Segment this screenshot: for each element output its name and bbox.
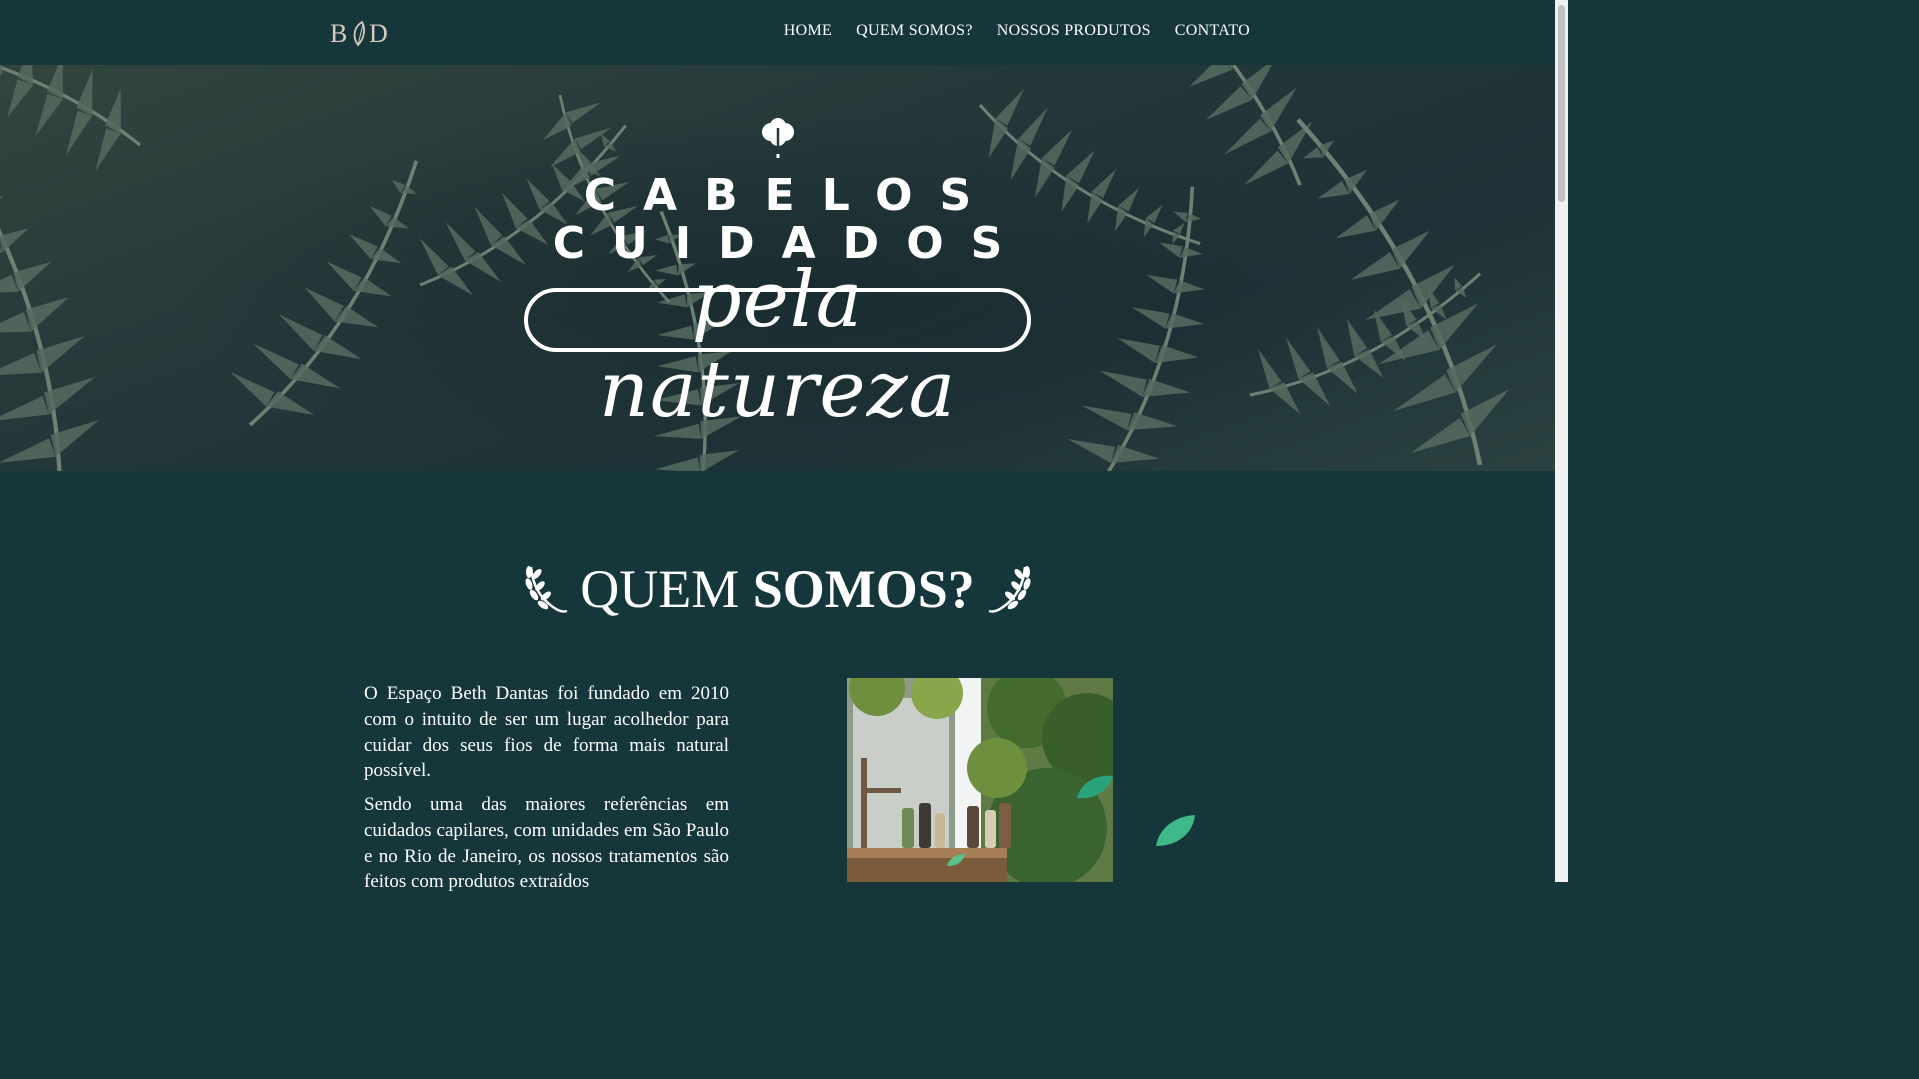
scrollbar[interactable] <box>1555 0 1568 882</box>
nav-home[interactable]: HOME <box>784 22 832 40</box>
svg-text:D: D <box>369 19 388 48</box>
nav-quem-somos[interactable]: QUEM SOMOS? <box>856 22 973 40</box>
hero-line-1: CABELOS <box>583 170 999 221</box>
main-nav: HOME QUEM SOMOS? NOSSOS PRODUTOS CONTATO <box>784 22 1250 40</box>
hero-banner: CABELOS CUIDADOS pela natureza <box>0 65 1555 471</box>
about-paragraph-2: Sendo uma das maiores referências em cui… <box>364 794 729 893</box>
brand-logo[interactable]: B D <box>330 17 390 49</box>
section-title-quem-somos: QUEM SOMOS? <box>0 558 1555 620</box>
leaf-icon <box>947 854 965 866</box>
title-light: QUEM <box>580 559 740 619</box>
leaf-icon <box>1077 775 1113 799</box>
salon-photo <box>847 678 1113 882</box>
svg-text:B: B <box>330 19 347 48</box>
title-bold: SOMOS? <box>752 559 975 619</box>
hero-script: pela natureza <box>598 255 957 435</box>
leaf-logo-icon: B D <box>330 19 388 48</box>
nav-nossos-produtos[interactable]: NOSSOS PRODUTOS <box>997 22 1151 40</box>
nav-contato[interactable]: CONTATO <box>1175 22 1250 40</box>
scrollbar-thumb[interactable] <box>1558 5 1565 202</box>
about-paragraph-1: O Espaço Beth Dantas foi fundado em 2010… <box>364 683 729 782</box>
leaf-icon <box>1156 815 1195 846</box>
tree-icon <box>762 118 794 158</box>
site-header: B D HOME QUEM SOMOS? NOSSOS PRODUTOS CON… <box>0 0 1555 65</box>
salon-photo-illustration <box>847 678 1113 882</box>
